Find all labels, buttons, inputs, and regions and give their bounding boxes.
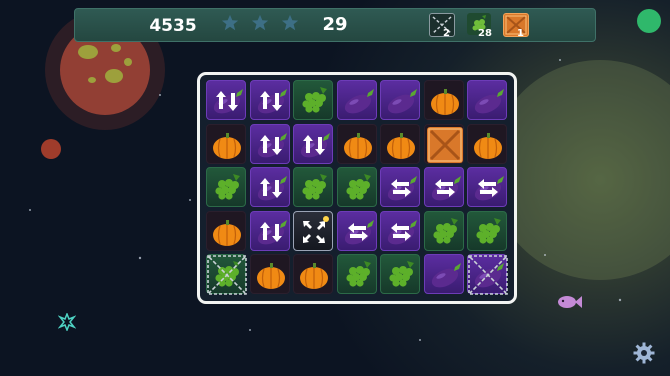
goal-chain-icon <box>429 13 455 37</box>
goal-crate-icon <box>503 13 529 37</box>
horizontal-striped-eggplant-tile[interactable] <box>336 210 377 251</box>
bomb-tile[interactable] <box>293 210 333 251</box>
grapes-icon <box>389 261 414 287</box>
grapes-icon <box>476 217 501 244</box>
pumpkin-icon <box>256 263 285 289</box>
pumpkin-icon <box>300 263 328 289</box>
vertical-striped-eggplant-icon <box>257 176 287 201</box>
eggplant-icon <box>344 89 374 114</box>
pumpkin-icon <box>343 132 372 159</box>
pumpkin-icon <box>474 132 502 159</box>
pumpkin-tile[interactable] <box>380 123 420 164</box>
settings-gear-icon[interactable] <box>633 342 655 364</box>
moves-remaining: 29 <box>322 14 348 35</box>
eggplant-tile[interactable] <box>423 254 464 294</box>
star-rating <box>221 13 306 37</box>
chained-eggplant-tile[interactable] <box>467 254 508 295</box>
horizontal-striped-eggplant-icon <box>387 219 417 244</box>
star-icon <box>251 14 269 31</box>
vertical-striped-eggplant-icon <box>257 132 287 157</box>
chained-eggplant-icon <box>468 255 508 295</box>
grapes-tile[interactable] <box>467 210 507 251</box>
eggplant-icon <box>387 89 417 114</box>
eggplant-icon <box>474 89 504 114</box>
eggplant-icon <box>431 263 461 288</box>
fish-icon <box>558 296 582 308</box>
goal-chain-count: 2 <box>443 28 450 39</box>
eggplant-tile[interactable] <box>336 80 377 120</box>
pumpkin-tile[interactable] <box>467 123 507 164</box>
hud-bar: 4535 29 2 28 1 <box>74 8 596 42</box>
vertical-striped-eggplant-tile[interactable] <box>206 80 246 120</box>
vertical-striped-eggplant-icon <box>300 132 330 157</box>
pumpkin-tile[interactable] <box>293 254 333 294</box>
score-value: 4535 <box>149 16 197 36</box>
bomb-icon <box>303 215 329 243</box>
vertical-striped-eggplant-icon <box>213 89 243 114</box>
horizontal-striped-eggplant-tile[interactable] <box>423 167 464 207</box>
grapes-icon <box>302 174 327 200</box>
horizontal-striped-eggplant-icon <box>474 176 504 201</box>
vertical-striped-eggplant-icon <box>257 89 287 114</box>
vertical-striped-eggplant-tile[interactable] <box>249 167 290 207</box>
pumpkin-tile[interactable] <box>336 123 377 164</box>
horizontal-striped-eggplant-tile[interactable] <box>467 167 507 207</box>
horizontal-striped-eggplant-icon <box>387 176 417 201</box>
grapes-tile[interactable] <box>336 254 377 294</box>
crate-tile[interactable] <box>423 123 464 164</box>
horizontal-striped-eggplant-tile[interactable] <box>380 167 420 207</box>
pause-button[interactable] <box>637 9 661 33</box>
vertical-striped-eggplant-icon <box>257 219 287 244</box>
grapes-icon <box>345 261 371 287</box>
grapes-icon <box>345 174 371 200</box>
vertical-striped-eggplant-tile[interactable] <box>249 80 290 120</box>
vertical-striped-eggplant-tile[interactable] <box>249 210 290 251</box>
pumpkin-tile[interactable] <box>423 80 464 120</box>
horizontal-striped-eggplant-icon <box>344 219 374 244</box>
chained-grapes-tile[interactable] <box>206 254 247 295</box>
star-icon <box>221 14 239 31</box>
game-board <box>197 72 517 304</box>
grapes-icon <box>302 87 327 113</box>
eggplant-tile[interactable] <box>467 80 507 120</box>
pumpkin-icon <box>213 219 241 246</box>
grapes-tile[interactable] <box>293 80 333 120</box>
pumpkin-tile[interactable] <box>206 123 246 164</box>
grapes-tile[interactable] <box>293 167 333 207</box>
grapes-tile[interactable] <box>336 167 377 207</box>
grapes-tile[interactable] <box>423 210 464 251</box>
chained-grapes-icon <box>207 255 247 295</box>
small-red-moon <box>41 139 61 159</box>
pumpkin-tile[interactable] <box>206 210 246 251</box>
grapes-tile[interactable] <box>206 167 246 207</box>
goal-grapes-count: 28 <box>478 28 492 39</box>
eggplant-tile[interactable] <box>380 80 420 120</box>
sparkle-icon <box>58 313 76 331</box>
vertical-striped-eggplant-tile[interactable] <box>293 123 333 164</box>
grapes-tile[interactable] <box>380 254 420 294</box>
vertical-striped-eggplant-tile[interactable] <box>249 123 290 164</box>
goal-crate-count: 1 <box>517 28 524 39</box>
horizontal-striped-eggplant-icon <box>431 176 461 201</box>
pumpkin-icon <box>213 132 241 159</box>
star-icon <box>282 14 299 31</box>
green-planet <box>490 60 670 280</box>
pumpkin-tile[interactable] <box>249 254 290 294</box>
horizontal-striped-eggplant-tile[interactable] <box>380 210 420 251</box>
pumpkin-icon <box>387 132 415 159</box>
grapes-icon <box>432 217 458 244</box>
crate-icon <box>426 126 463 163</box>
grapes-icon <box>215 174 240 200</box>
pumpkin-icon <box>430 89 459 115</box>
